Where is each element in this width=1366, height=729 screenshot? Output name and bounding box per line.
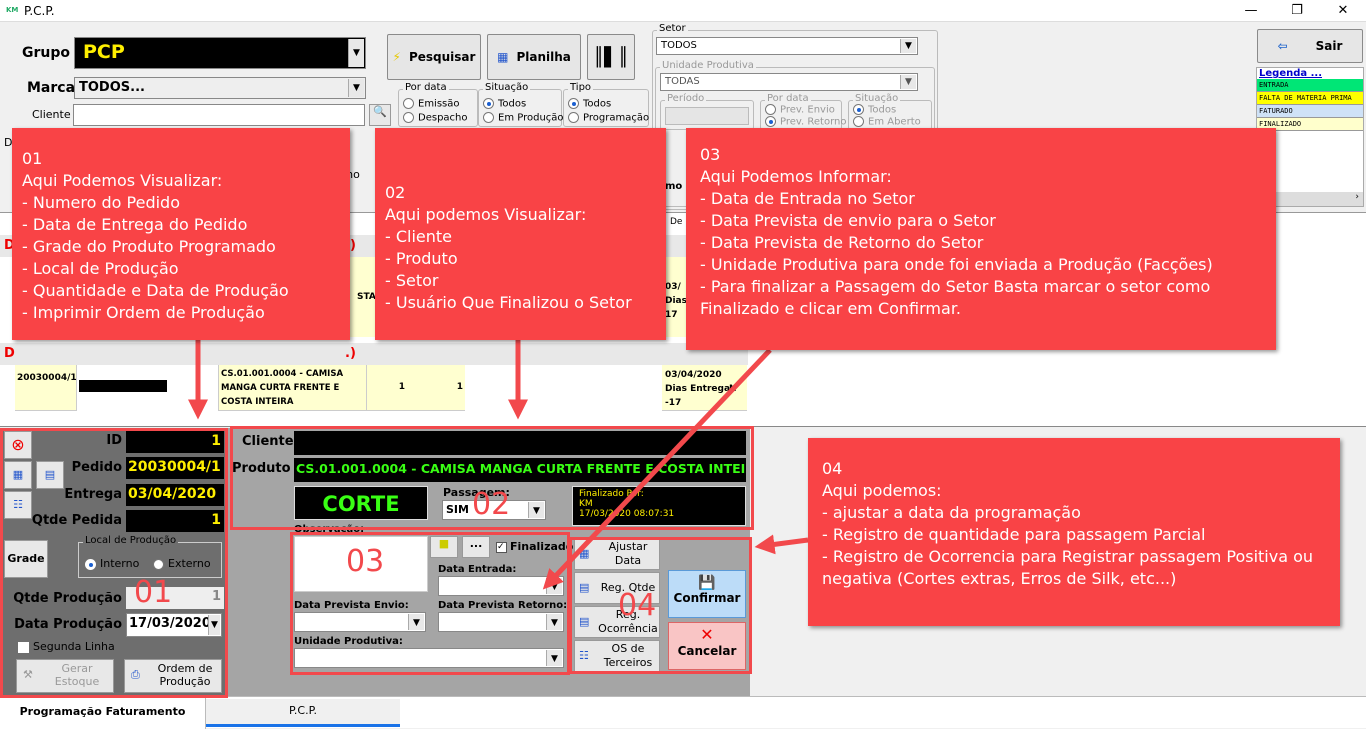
callout-04: 04 Aqui podemos: - ajustar a data da pro…	[808, 438, 1340, 626]
arrow-03	[542, 348, 772, 590]
callout-03: 03 Aqui Podemos Informar: - Data de Entr…	[686, 128, 1276, 350]
callout-02: 02 Aqui podemos Visualizar: - Cliente - …	[375, 128, 666, 340]
arrow-04	[754, 534, 809, 555]
annotation-number-01: 01	[134, 575, 173, 610]
annotation-number-04: 04	[618, 588, 657, 623]
annotation-number-03: 03	[346, 544, 385, 579]
annotation-number-02: 02	[472, 487, 511, 522]
callout-01: 01 Aqui Podemos Visualizar: - Numero do …	[12, 128, 350, 340]
